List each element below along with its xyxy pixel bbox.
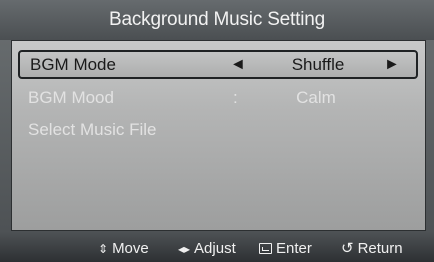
menu-panel: BGM Mode ◄ Shuffle ► BGM Mood : Calm Sel… xyxy=(11,40,426,231)
enter-icon xyxy=(259,243,272,254)
help-return: ↺ Return xyxy=(341,240,403,257)
bgm-setting-screen: Background Music Setting BGM Mode ◄ Shuf… xyxy=(0,0,434,262)
title-bar: Background Music Setting xyxy=(0,0,434,40)
arrow-left-icon[interactable]: ◄ xyxy=(230,56,246,74)
up-down-arrows-icon: ⇕ xyxy=(98,241,109,256)
help-adjust: ◂▸ Adjust xyxy=(178,240,236,257)
bgm-mood-value: Calm xyxy=(296,87,336,107)
menu-row-bgm-mood: BGM Mood : Calm xyxy=(18,83,418,112)
help-move-label: Move xyxy=(112,240,149,257)
bgm-mood-separator: : xyxy=(233,87,238,107)
bgm-mood-label: BGM Mood xyxy=(28,87,114,107)
menu-row-bgm-mode[interactable]: BGM Mode ◄ Shuffle ► xyxy=(18,50,418,79)
help-enter: Enter xyxy=(259,240,312,257)
select-music-file-label: Select Music File xyxy=(28,119,157,139)
arrow-right-icon[interactable]: ► xyxy=(384,56,400,74)
help-adjust-label: Adjust xyxy=(194,240,236,257)
help-bar: ⇕ Move ◂▸ Adjust Enter ↺ Return xyxy=(0,231,434,262)
menu-row-select-music-file: Select Music File xyxy=(18,115,418,144)
bgm-mode-value: Shuffle xyxy=(291,54,345,74)
return-icon: ↺ xyxy=(341,240,354,257)
help-enter-label: Enter xyxy=(276,240,312,257)
bgm-mode-label: BGM Mode xyxy=(30,54,116,74)
left-right-arrows-icon: ◂▸ xyxy=(178,241,191,256)
page-title: Background Music Setting xyxy=(109,9,325,30)
help-return-label: Return xyxy=(357,240,403,257)
help-move: ⇕ Move xyxy=(98,240,149,257)
